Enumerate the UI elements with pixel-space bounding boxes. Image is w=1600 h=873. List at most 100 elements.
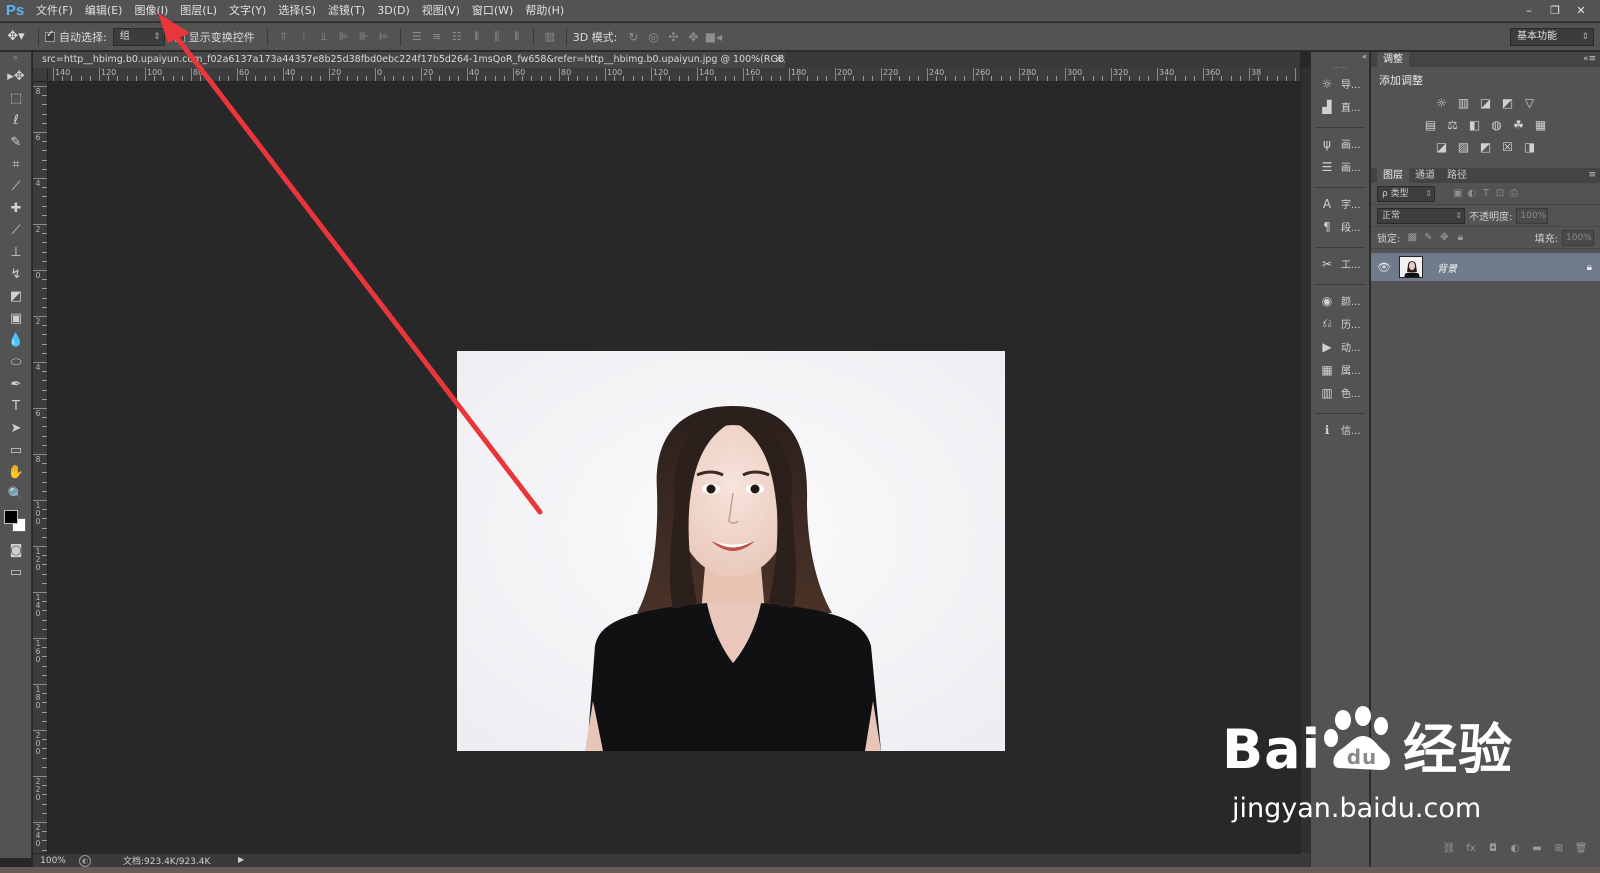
horizontal-ruler[interactable]: 140 120 100 80 60 40 20 0 20 40 60 80 100 120 140 160 18… bbox=[48, 68, 1300, 82]
link-layers-icon[interactable]: ⛓ bbox=[1442, 843, 1456, 857]
distribute-left-icon[interactable]: ⦀ bbox=[468, 29, 486, 45]
type-tool-icon[interactable]: T bbox=[0, 396, 32, 418]
lock-all-icon[interactable]: 🔒︎ bbox=[1452, 232, 1468, 243]
exposure-icon[interactable]: ◩ bbox=[1500, 96, 1516, 110]
panel-menu-icon[interactable]: «≡ bbox=[1583, 52, 1596, 67]
gradient-map-icon[interactable]: ◨ bbox=[1522, 140, 1538, 154]
screen-mode-icon[interactable]: ▭ bbox=[0, 562, 32, 584]
dock-brush[interactable]: ψ 画... bbox=[1311, 132, 1369, 155]
vertical-ruler[interactable]: 8 6 4 2 0 2 4 6 8 100 120 140 160 180 200 220 240 bbox=[33, 82, 48, 853]
auto-select-option[interactable]: 自动选择: bbox=[45, 29, 107, 45]
hue-saturation-icon[interactable]: ▤ bbox=[1423, 118, 1439, 132]
levels-icon[interactable]: ▥ bbox=[1456, 96, 1472, 110]
blend-mode-dropdown[interactable]: 正常 bbox=[1377, 207, 1465, 224]
channel-mixer-icon[interactable]: ☘ bbox=[1511, 118, 1527, 132]
dock-info[interactable]: ℹ 信... bbox=[1311, 418, 1369, 441]
lock-position-icon[interactable]: ✥ bbox=[1436, 232, 1452, 243]
tab-paths[interactable]: 路径 bbox=[1441, 168, 1473, 183]
3d-pan-icon[interactable]: ✣ bbox=[663, 29, 683, 45]
panel-grip[interactable]: » bbox=[0, 52, 31, 66]
move-tool-icon[interactable]: ▸✥ bbox=[0, 66, 32, 88]
ruler-origin[interactable] bbox=[33, 68, 48, 82]
menu-image[interactable]: 图像(I) bbox=[128, 0, 174, 22]
posterize-icon[interactable]: ▨ bbox=[1456, 140, 1472, 154]
lock-image-icon[interactable]: ✎ bbox=[1420, 232, 1436, 243]
show-transform-checkbox[interactable] bbox=[174, 31, 185, 42]
distribute-right-icon[interactable]: ⫴ bbox=[508, 29, 526, 45]
align-left-icon[interactable]: ⊫ bbox=[335, 29, 353, 45]
dock-tool-presets[interactable]: ✂ 工... bbox=[1311, 252, 1369, 275]
delete-layer-icon[interactable]: 🗑︎ bbox=[1574, 843, 1588, 857]
tab-adjustments[interactable]: 调整 bbox=[1377, 52, 1409, 67]
selective-color-icon[interactable]: ☒ bbox=[1500, 140, 1516, 154]
filter-pixel-icon[interactable]: ▣ bbox=[1451, 188, 1465, 199]
menu-3d[interactable]: 3D(D) bbox=[371, 0, 416, 22]
align-vcenter-icon[interactable]: ⫶ bbox=[295, 29, 313, 45]
lock-transparent-icon[interactable]: ▩ bbox=[1404, 232, 1420, 243]
tab-channels[interactable]: 通道 bbox=[1409, 168, 1441, 183]
layer-filter-dropdown[interactable]: ρ 类型 bbox=[1377, 185, 1435, 202]
history-brush-tool-icon[interactable]: ↯ bbox=[0, 264, 32, 286]
dock-character[interactable]: A 字... bbox=[1311, 192, 1369, 215]
menu-filter[interactable]: 滤镜(T) bbox=[322, 0, 371, 22]
dock-brush-presets[interactable]: ☰ 画... bbox=[1311, 155, 1369, 178]
align-top-icon[interactable]: ⫪ bbox=[275, 29, 293, 45]
canvas-area[interactable] bbox=[48, 83, 1300, 853]
3d-rotate-icon[interactable]: ↻ bbox=[623, 29, 643, 45]
filter-adjustment-icon[interactable]: ◐ bbox=[1465, 188, 1479, 199]
new-group-icon[interactable]: ▬ bbox=[1530, 843, 1544, 857]
brightness-contrast-icon[interactable]: ☼ bbox=[1434, 96, 1450, 110]
new-adjustment-layer-icon[interactable]: ◐ bbox=[1508, 843, 1522, 857]
clone-stamp-tool-icon[interactable]: ⊥ bbox=[0, 242, 32, 264]
threshold-icon[interactable]: ◩ bbox=[1478, 140, 1494, 154]
tab-layers[interactable]: 图层 bbox=[1377, 168, 1409, 183]
curves-icon[interactable]: ◪ bbox=[1478, 96, 1494, 110]
dock-paragraph[interactable]: ¶ 段... bbox=[1311, 215, 1369, 238]
fill-field[interactable]: 100% bbox=[1562, 229, 1594, 246]
align-hcenter-icon[interactable]: ⊪ bbox=[355, 29, 373, 45]
panel-menu-icon[interactable]: ≡ bbox=[1588, 168, 1596, 183]
show-transform-option[interactable]: 显示变换控件 bbox=[174, 29, 255, 45]
collapse-dock-icon[interactable]: « bbox=[1362, 52, 1367, 61]
gradient-tool-icon[interactable]: ▣ bbox=[0, 308, 32, 330]
menu-view[interactable]: 视图(V) bbox=[416, 0, 466, 22]
path-select-tool-icon[interactable]: ➤ bbox=[0, 418, 32, 440]
align-bottom-icon[interactable]: ⫫ bbox=[315, 29, 333, 45]
photo-filter-icon[interactable]: ◍ bbox=[1489, 118, 1505, 132]
eyedropper-tool-icon[interactable]: ⟋ bbox=[0, 176, 32, 198]
auto-select-checkbox[interactable] bbox=[45, 29, 55, 42]
menu-help[interactable]: 帮助(H) bbox=[519, 0, 570, 22]
dock-history[interactable]: ⎌ 历... bbox=[1311, 312, 1369, 335]
document-tab[interactable]: src=http__hbimg.b0.upaiyun.com_f02a6137a… bbox=[33, 52, 785, 68]
move-tool-preset-icon[interactable]: ✥▾ bbox=[0, 26, 32, 48]
3d-roll-icon[interactable]: ◎ bbox=[643, 29, 663, 45]
marquee-tool-icon[interactable]: ⬚ bbox=[0, 88, 32, 110]
quick-mask-icon[interactable]: ◙ bbox=[0, 540, 32, 562]
restore-button[interactable]: ❐ bbox=[1544, 3, 1566, 19]
color-lookup-icon[interactable]: ▦ bbox=[1533, 118, 1549, 132]
menu-file[interactable]: 文件(F) bbox=[30, 0, 79, 22]
color-swatches[interactable] bbox=[0, 506, 32, 540]
close-window-button[interactable]: ✕ bbox=[1570, 3, 1592, 19]
filter-smart-object-icon[interactable]: ⎙ bbox=[1507, 188, 1521, 199]
layer-background[interactable]: 👁︎ 背景 🔒︎ bbox=[1371, 253, 1600, 281]
dock-grip[interactable]: ······ bbox=[1311, 64, 1369, 72]
black-white-icon[interactable]: ◧ bbox=[1467, 118, 1483, 132]
menu-select[interactable]: 选择(S) bbox=[272, 0, 322, 22]
distribute-top-icon[interactable]: ☰ bbox=[408, 29, 426, 45]
eraser-tool-icon[interactable]: ◩ bbox=[0, 286, 32, 308]
zoom-level[interactable]: 100% bbox=[33, 856, 73, 866]
zoom-tool-icon[interactable]: 🔍 bbox=[0, 484, 32, 506]
lasso-tool-icon[interactable]: ℓ bbox=[0, 110, 32, 132]
brush-tool-icon[interactable]: ⟋ bbox=[0, 220, 32, 242]
foreground-color[interactable] bbox=[4, 510, 18, 524]
close-document-button[interactable]: × bbox=[773, 52, 785, 68]
visibility-eye-icon[interactable]: 👁︎ bbox=[1377, 261, 1393, 274]
distribute-bottom-icon[interactable]: ☷ bbox=[448, 29, 466, 45]
menu-layer[interactable]: 图层(L) bbox=[174, 0, 223, 22]
3d-scale-icon[interactable]: ■◂ bbox=[703, 29, 723, 45]
blur-tool-icon[interactable]: 💧 bbox=[0, 330, 32, 352]
minimize-button[interactable]: – bbox=[1518, 3, 1540, 19]
menu-type[interactable]: 文字(Y) bbox=[223, 0, 272, 22]
dock-actions[interactable]: ▶ 动... bbox=[1311, 335, 1369, 358]
